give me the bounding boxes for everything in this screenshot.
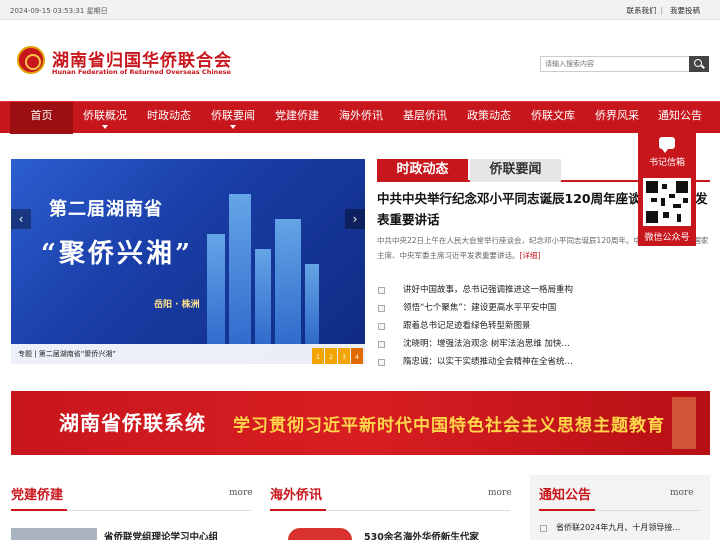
chevron-down-icon (230, 125, 236, 129)
section-divider (270, 509, 510, 511)
slider-dot[interactable]: 2 (325, 348, 337, 364)
nav-overseas-news[interactable]: 海外侨讯 (329, 102, 393, 134)
federation-emblem-icon (17, 46, 45, 74)
slider-next-button[interactable]: › (345, 209, 365, 229)
chevron-right-icon: › (352, 212, 358, 226)
more-link-party-building[interactable]: more (229, 488, 253, 498)
nav-overview[interactable]: 侨联概况 (73, 102, 137, 134)
section-divider (11, 509, 251, 511)
site-title-english: Hunan Federation of Returned Overseas Ch… (52, 68, 231, 76)
chat-icon (659, 137, 675, 153)
news-list-item[interactable]: 讲好中国故事，总书记强调推进这一格局重构 (377, 283, 587, 301)
nav-profiles[interactable]: 侨界风采 (585, 102, 649, 134)
theme-banner[interactable]: 湖南省侨联系统 学习贯彻习近平新时代中国特色社会主义思想主题教育 (11, 391, 710, 455)
nav-federation-news-label: 侨联要闻 (211, 109, 255, 122)
wechat-account-label[interactable]: 微信公众号 (638, 230, 696, 243)
slider-prev-button[interactable]: ‹ (11, 209, 31, 229)
news-thumbnail[interactable] (288, 528, 352, 540)
wechat-qr-code (643, 178, 691, 226)
search-box (540, 56, 710, 72)
main-nav: 首页 侨联概况 时政动态 侨联要闻 党建侨建 海外侨讯 基层侨讯 政策动态 侨联… (0, 101, 720, 134)
building-graphic (305, 264, 319, 344)
nav-policy[interactable]: 政策动态 (457, 102, 521, 134)
nav-politics[interactable]: 时政动态 (137, 102, 201, 134)
tab-politics[interactable]: 时政动态 (377, 159, 468, 182)
nav-notices[interactable]: 通知公告 (649, 102, 711, 134)
more-link-notices[interactable]: more (670, 488, 694, 498)
news-list: 讲好中国故事，总书记强调推进这一格局重构 领悟“七个聚焦”：建设更高水平平安中国… (377, 283, 587, 373)
nav-federation-news[interactable]: 侨联要闻 (201, 102, 265, 134)
nav-grassroots-news[interactable]: 基层侨讯 (393, 102, 457, 134)
more-link-overseas-news[interactable]: more (488, 488, 512, 498)
nav-home[interactable]: 首页 (10, 102, 73, 134)
news-list-item[interactable]: 沈晓明：增强法治观念 树牢法治思维 加快… (377, 337, 587, 355)
chevron-left-icon: ‹ (18, 212, 24, 226)
building-graphic (229, 194, 251, 344)
contact-us-link[interactable]: 联系我们 (626, 6, 656, 15)
nav-party-building[interactable]: 党建侨建 (265, 102, 329, 134)
search-input[interactable] (540, 56, 690, 72)
submit-article-link[interactable]: 我要投稿 (670, 6, 700, 15)
section-divider (539, 509, 701, 511)
building-graphic (275, 219, 301, 344)
slider-dot[interactable]: 3 (338, 348, 350, 364)
slider-location: 岳阳 · 株洲 (154, 300, 200, 310)
top-links-separator: | (660, 6, 663, 15)
nav-overview-label: 侨联概况 (83, 109, 127, 122)
details-link[interactable]: [详细] (520, 251, 541, 260)
slider-dot[interactable]: 1 (312, 348, 324, 364)
slider-pagination: 1234 (311, 344, 365, 364)
news-list-item[interactable]: 跟着总书记足迹看绿色转型新图景 (377, 319, 587, 337)
news-list-item[interactable]: 领悟“七个聚焦”：建设更高水平平安中国 (377, 301, 587, 319)
party-news-item[interactable]: 省侨联党组理论学习中心组 (104, 529, 218, 540)
secretary-mailbox-link[interactable]: 书记信箱 (638, 155, 696, 168)
section-title-overseas-news[interactable]: 海外侨讯 (270, 484, 322, 503)
top-links: 联系我们 | 我要投稿 (622, 5, 700, 16)
current-date: 2024-09-15 03:53:31 星期日 (10, 7, 108, 15)
notice-item[interactable]: 省侨联2024年九月、十月领导接… (539, 522, 680, 533)
news-thumbnail[interactable] (11, 528, 97, 540)
news-list-item[interactable]: 隋忠诚：以实干实绩推动全会精神在全省统… (377, 355, 587, 373)
top-bar: 2024-09-15 03:53:31 星期日 联系我们 | 我要投稿 (0, 0, 720, 20)
building-graphic (207, 234, 225, 344)
section-title-party-building[interactable]: 党建侨建 (11, 484, 63, 503)
section-title-notices[interactable]: 通知公告 (539, 484, 591, 503)
search-button[interactable] (689, 56, 709, 72)
banner-right-text: 学习贯彻习近平新时代中国特色社会主义思想主题教育 (233, 416, 665, 436)
overseas-news-item[interactable]: 530余名海外华侨新生代家 (364, 529, 479, 540)
huabiao-decoration (672, 397, 696, 449)
building-graphic (255, 249, 271, 344)
site-logo[interactable]: 湖南省归国华侨联合会 Hunan Federation of Returned … (17, 44, 237, 78)
slider-slogan: “聚侨兴湘” (41, 239, 193, 269)
banner-left-text: 湖南省侨联系统 (59, 411, 206, 435)
featured-slider[interactable]: 第二届湖南省 “聚侨兴湘” 岳阳 · 株洲 ‹ › 专题 | 第二届湖南省“聚侨… (11, 159, 365, 364)
floating-sidebar: 书记信箱 微信公众号 (638, 133, 696, 246)
nav-library[interactable]: 侨联文库 (521, 102, 585, 134)
slider-dot-active[interactable]: 4 (351, 348, 363, 364)
tab-federation-news[interactable]: 侨联要闻 (470, 159, 561, 182)
slider-title: 第二届湖南省 (49, 199, 163, 220)
chevron-down-icon (102, 125, 108, 129)
